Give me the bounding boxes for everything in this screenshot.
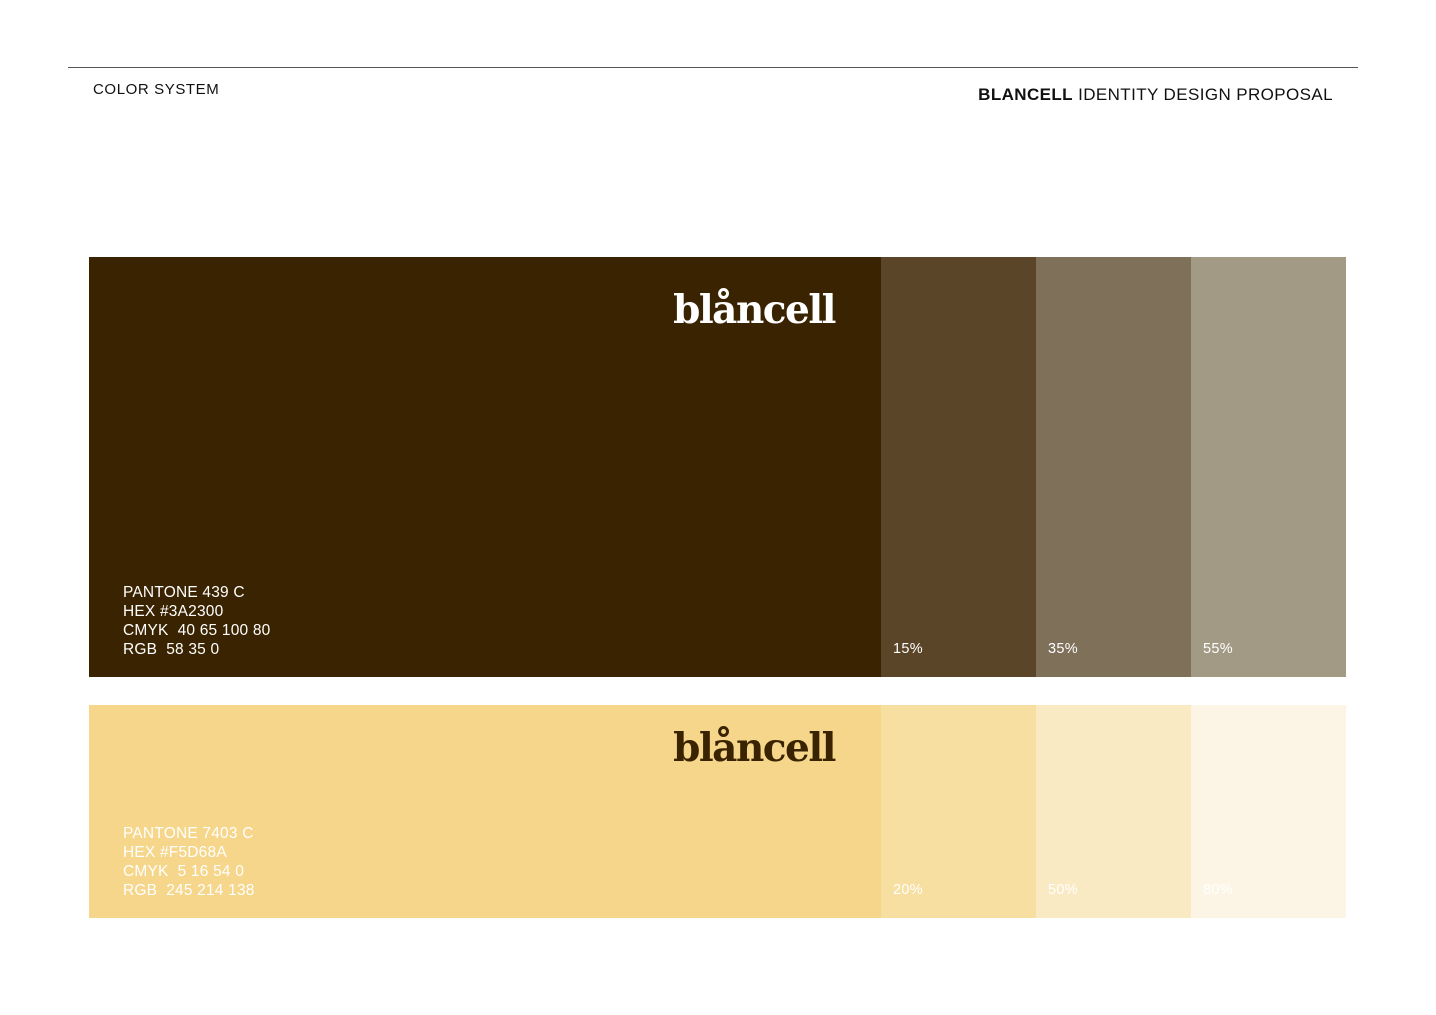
pantone-spec: PANTONE 439 C: [123, 584, 245, 601]
tint-swatch: 55%: [1191, 257, 1346, 677]
tint-swatch: 80%: [1191, 705, 1346, 918]
tint-label: 80%: [1203, 882, 1233, 898]
tint-label: 50%: [1048, 882, 1078, 898]
secondary-color-specs: PANTONE 7403 C HEX #F5D68A CMYK 5 16 54 …: [123, 824, 255, 900]
brand-logo: blåncell: [673, 287, 836, 333]
tint-label: 15%: [893, 641, 923, 657]
cmyk-spec: CMYK 5 16 54 0: [123, 863, 245, 880]
hex-spec: HEX #3A2300: [123, 603, 224, 620]
rgb-spec: RGB 58 35 0: [123, 641, 220, 658]
brand-logo: blåncell: [673, 725, 836, 771]
section-label: COLOR SYSTEM: [93, 81, 220, 98]
primary-main-swatch: blåncell PANTONE 439 C HEX #3A2300 CMYK …: [89, 257, 881, 677]
document-title-brand: BLANCELL: [978, 85, 1073, 104]
document-title: BLANCELL IDENTITY DESIGN PROPOSAL: [978, 85, 1333, 105]
secondary-palette-row: blåncell PANTONE 7403 C HEX #F5D68A CMYK…: [89, 705, 1346, 918]
document-title-rest: IDENTITY DESIGN PROPOSAL: [1072, 85, 1333, 104]
pantone-spec: PANTONE 7403 C: [123, 825, 254, 842]
header-divider: [68, 67, 1358, 68]
tint-label: 35%: [1048, 641, 1078, 657]
hex-spec: HEX #F5D68A: [123, 844, 227, 861]
tint-label: 55%: [1203, 641, 1233, 657]
rgb-spec: RGB 245 214 138: [123, 882, 255, 899]
cmyk-spec: CMYK 40 65 100 80: [123, 622, 271, 639]
tint-swatch: 15%: [881, 257, 1036, 677]
secondary-main-swatch: blåncell PANTONE 7403 C HEX #F5D68A CMYK…: [89, 705, 881, 918]
primary-color-specs: PANTONE 439 C HEX #3A2300 CMYK 40 65 100…: [123, 583, 271, 659]
tint-label: 20%: [893, 882, 923, 898]
tint-swatch: 35%: [1036, 257, 1191, 677]
tint-swatch: 20%: [881, 705, 1036, 918]
tint-swatch: 50%: [1036, 705, 1191, 918]
primary-palette-row: blåncell PANTONE 439 C HEX #3A2300 CMYK …: [89, 257, 1346, 677]
